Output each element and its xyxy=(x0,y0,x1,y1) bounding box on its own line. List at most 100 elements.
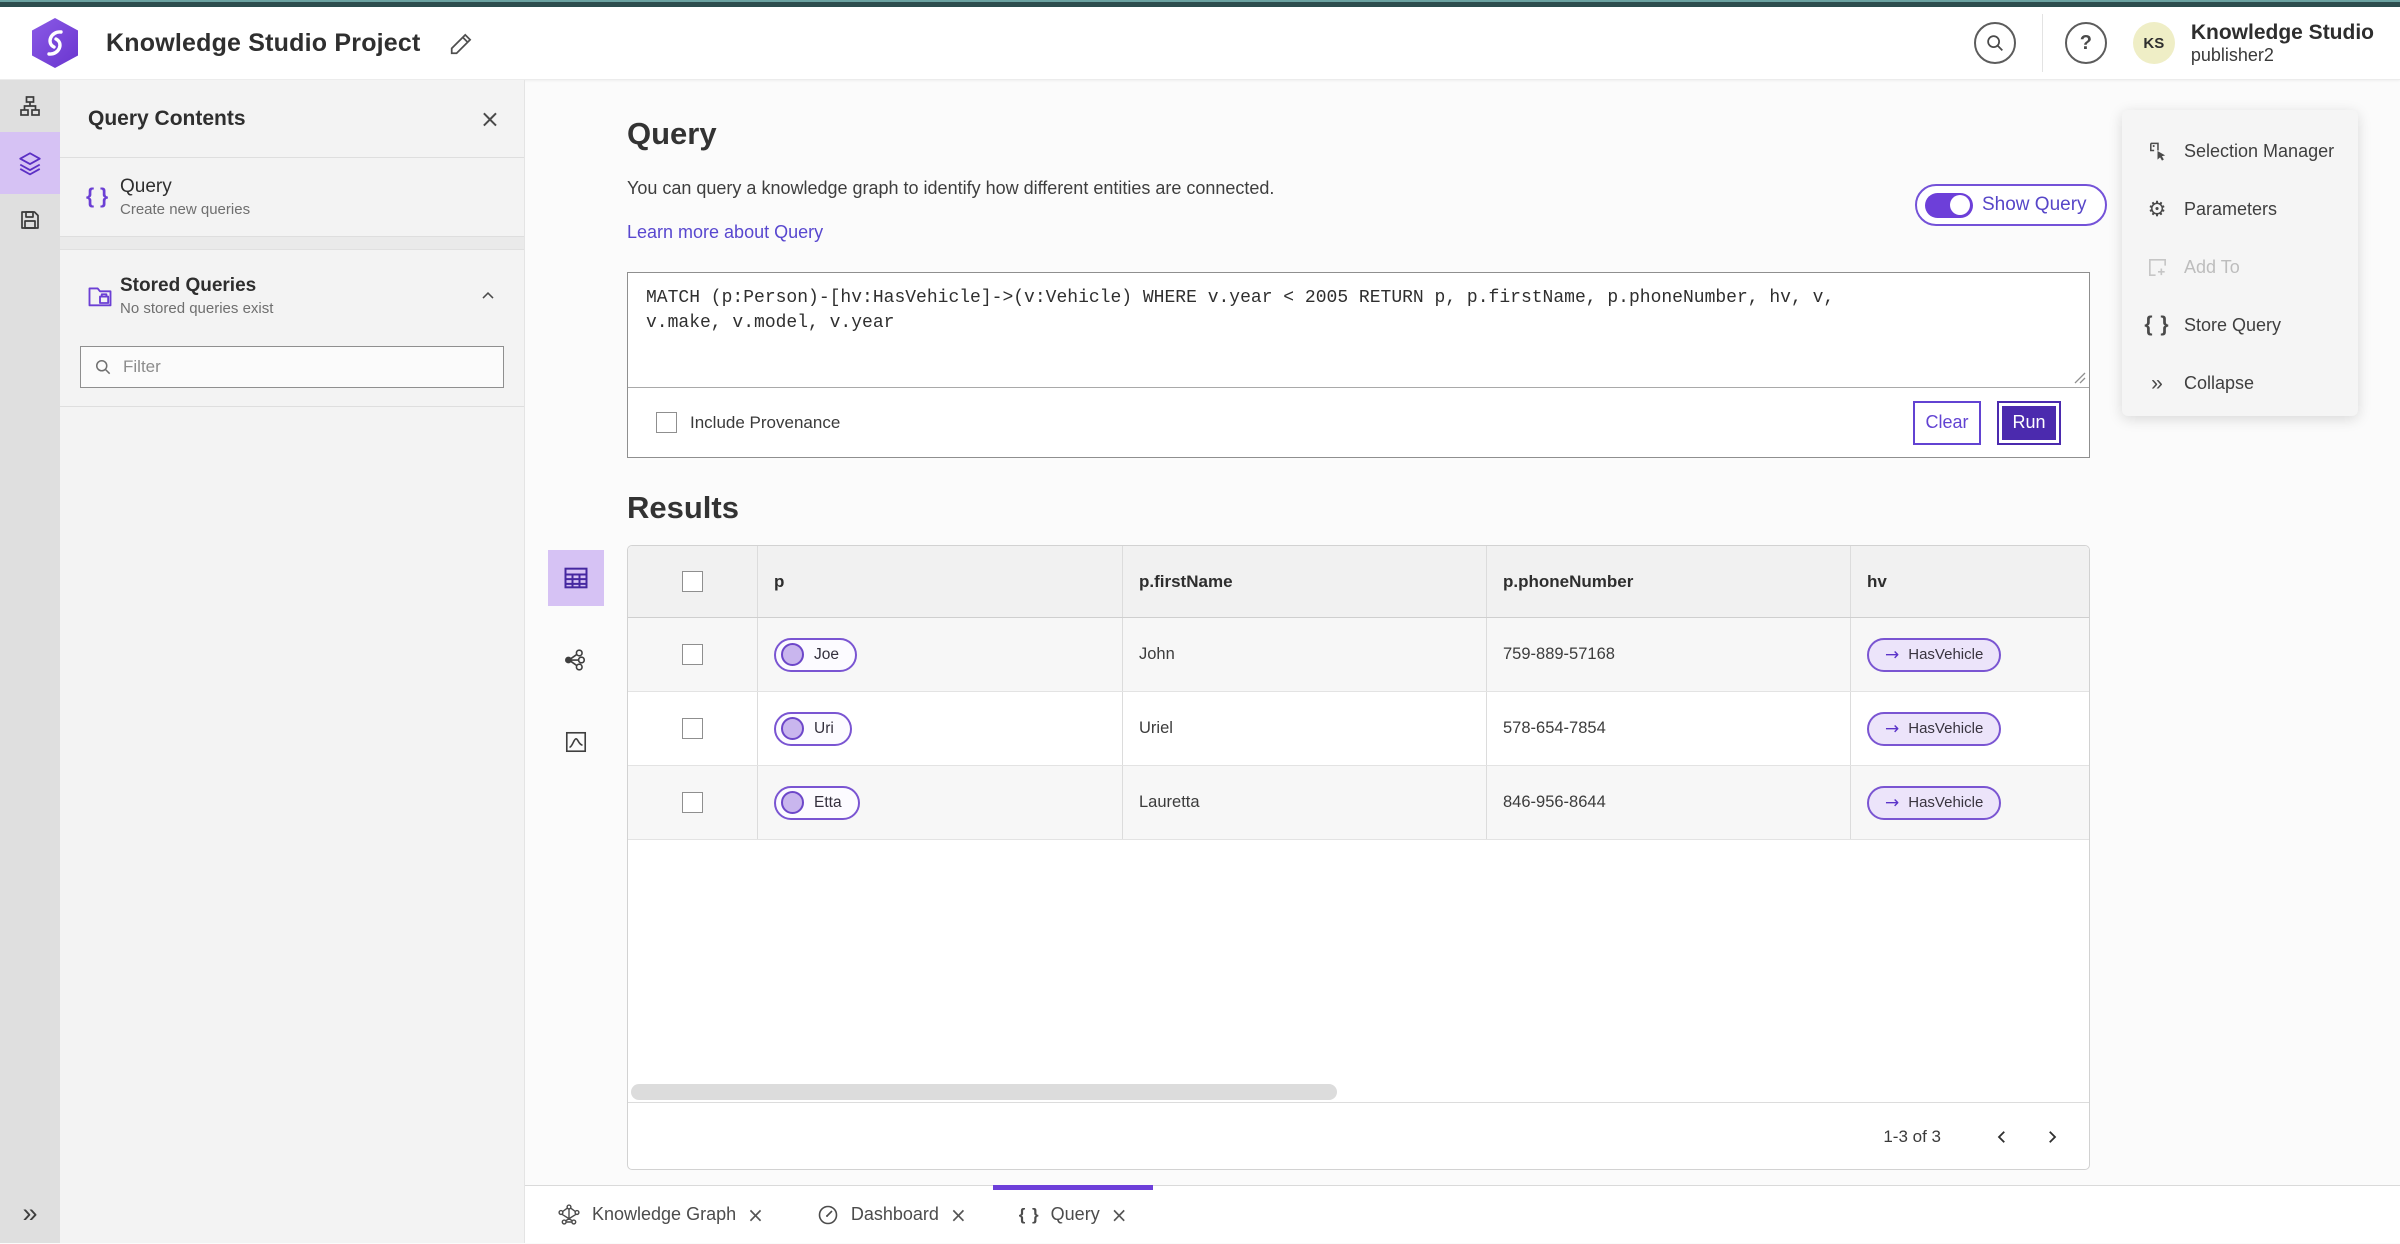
chart-icon xyxy=(563,729,589,755)
close-tab-icon[interactable]: × xyxy=(1111,1203,1128,1227)
row-checkbox[interactable] xyxy=(682,718,703,739)
braces-icon: { } xyxy=(2144,313,2170,336)
column-header-phonenumber[interactable]: p.phoneNumber xyxy=(1487,546,1851,617)
cell-phonenumber: 578-654-7854 xyxy=(1487,692,1851,765)
sidebar-item-save[interactable] xyxy=(0,194,60,246)
cell-firstname: Uriel xyxy=(1123,692,1487,765)
cell-phonenumber: 846-956-8644 xyxy=(1487,766,1851,839)
double-chevron-right-icon: » xyxy=(2151,371,2163,395)
results-table: p p.firstName p.phoneNumber hv Joe John … xyxy=(627,545,2090,1170)
show-query-toggle[interactable]: Show Query xyxy=(1915,184,2107,226)
person-node-chip[interactable]: Joe xyxy=(774,637,857,672)
clear-button[interactable]: Clear xyxy=(1913,400,1981,445)
close-tab-icon[interactable]: × xyxy=(950,1203,967,1227)
help-button[interactable]: ? xyxy=(2064,22,2107,64)
table-row: Uri Uriel 578-654-7854 → HasVehicle xyxy=(628,692,2089,766)
tab-dashboard[interactable]: Dashboard × xyxy=(790,1186,993,1244)
column-header-hv[interactable]: hv xyxy=(1851,546,2089,617)
filter-field xyxy=(80,346,504,388)
add-to-icon xyxy=(2142,256,2172,279)
include-provenance-checkbox[interactable] xyxy=(656,412,677,433)
header-divider xyxy=(2041,14,2043,72)
chevron-up-icon[interactable] xyxy=(478,286,498,306)
node-circle-icon xyxy=(781,791,804,814)
avatar[interactable]: KS xyxy=(2132,22,2175,64)
selection-manager-item[interactable]: Selection Manager xyxy=(2122,122,2358,180)
schema-icon xyxy=(18,94,42,118)
sidebar-item-layers[interactable] xyxy=(0,132,60,194)
include-provenance-label: Include Provenance xyxy=(690,412,841,432)
node-circle-icon xyxy=(781,717,804,740)
person-node-chip[interactable]: Etta xyxy=(774,785,860,820)
app-header: Knowledge Studio Project ? KS Knowledge … xyxy=(0,7,2400,80)
sidebar-item-schema[interactable] xyxy=(0,80,60,132)
collapse-item[interactable]: » Collapse xyxy=(2122,354,2358,412)
row-checkbox[interactable] xyxy=(682,644,703,665)
add-to-item: Add To xyxy=(2122,238,2358,296)
query-item-sublabel: Create new queries xyxy=(120,201,251,218)
close-panel-icon[interactable]: × xyxy=(480,105,500,133)
pagination-next-button[interactable] xyxy=(2037,1122,2067,1152)
tab-knowledge-graph[interactable]: Knowledge Graph × xyxy=(531,1186,790,1244)
store-query-item[interactable]: { } Store Query xyxy=(2122,296,2358,354)
person-node-chip[interactable]: Uri xyxy=(774,711,852,746)
column-header-firstname[interactable]: p.firstName xyxy=(1123,546,1487,617)
knowledge-graph-icon xyxy=(557,1203,581,1227)
folder-icon xyxy=(86,282,120,310)
panel-section-gap xyxy=(60,237,524,250)
filter-input[interactable] xyxy=(123,357,483,377)
node-circle-icon xyxy=(781,643,804,666)
layers-icon xyxy=(17,150,43,176)
left-icon-rail: » xyxy=(0,80,60,1243)
select-all-checkbox[interactable] xyxy=(682,571,703,592)
pagination-prev-button[interactable] xyxy=(1987,1122,2017,1152)
close-tab-icon[interactable]: × xyxy=(747,1203,764,1227)
table-header-row: p p.firstName p.phoneNumber hv xyxy=(628,546,2089,618)
pagination-range: 1-3 of 3 xyxy=(1883,1127,1941,1146)
results-view-switcher xyxy=(548,550,604,796)
graph-view-button[interactable] xyxy=(548,632,604,688)
top-accent-strip xyxy=(0,0,2400,7)
search-button[interactable] xyxy=(1973,22,2016,64)
relationship-chip[interactable]: → HasVehicle xyxy=(1867,711,2002,746)
bottom-tab-bar: Knowledge Graph × Dashboard × { } Query … xyxy=(525,1184,2400,1244)
toggle-switch[interactable] xyxy=(1925,192,1973,218)
cell-firstname: John xyxy=(1123,618,1487,691)
relationship-chip[interactable]: → HasVehicle xyxy=(1867,785,2002,820)
query-item[interactable]: { } Query Create new queries xyxy=(60,158,524,237)
run-button[interactable]: Run xyxy=(1997,400,2061,445)
query-textarea[interactable]: MATCH (p:Person)-[hv:HasVehicle]->(v:Veh… xyxy=(628,273,2089,388)
stored-queries-header[interactable]: Stored Queries No stored queries exist xyxy=(60,264,524,328)
table-row: Etta Lauretta 846-956-8644 → HasVehicle xyxy=(628,766,2089,840)
table-footer: 1-3 of 3 xyxy=(628,1102,2089,1169)
table-view-button[interactable] xyxy=(548,550,604,606)
stored-queries-sublabel: No stored queries exist xyxy=(120,300,274,317)
actions-panel: Selection Manager ⚙ Parameters Add To { … xyxy=(2122,110,2358,416)
parameters-item[interactable]: ⚙ Parameters xyxy=(2122,180,2358,238)
user-name: publisher2 xyxy=(2190,44,2274,65)
save-icon xyxy=(18,208,42,232)
selection-manager-icon xyxy=(2142,140,2172,163)
query-item-label: Query xyxy=(120,176,172,197)
arrow-right-icon: → xyxy=(1885,792,1900,813)
network-icon xyxy=(563,647,589,673)
tab-query[interactable]: { } Query × xyxy=(992,1184,1154,1244)
learn-more-link[interactable]: Learn more about Query xyxy=(627,222,823,243)
chart-view-button[interactable] xyxy=(548,714,604,770)
column-header-p[interactable]: p xyxy=(758,546,1123,617)
query-contents-panel: Query Contents × { } Query Create new qu… xyxy=(60,80,525,1243)
help-icon: ? xyxy=(2079,31,2092,54)
search-icon xyxy=(96,360,111,375)
panel-header: Query Contents × xyxy=(60,80,524,158)
double-chevron-right-icon: » xyxy=(22,1197,38,1228)
app-logo xyxy=(32,18,78,68)
braces-icon: { } xyxy=(1018,1204,1040,1224)
edit-title-icon[interactable] xyxy=(449,30,475,56)
horizontal-scrollbar[interactable] xyxy=(631,1084,1337,1100)
query-text: MATCH (p:Person)-[hv:HasVehicle]->(v:Veh… xyxy=(646,288,1846,333)
expand-panel-button[interactable]: » xyxy=(0,1191,60,1235)
resize-handle-icon[interactable] xyxy=(2074,372,2086,384)
relationship-chip[interactable]: → HasVehicle xyxy=(1867,637,2002,672)
query-description: You can query a knowledge graph to ident… xyxy=(627,178,1275,198)
row-checkbox[interactable] xyxy=(682,792,703,813)
